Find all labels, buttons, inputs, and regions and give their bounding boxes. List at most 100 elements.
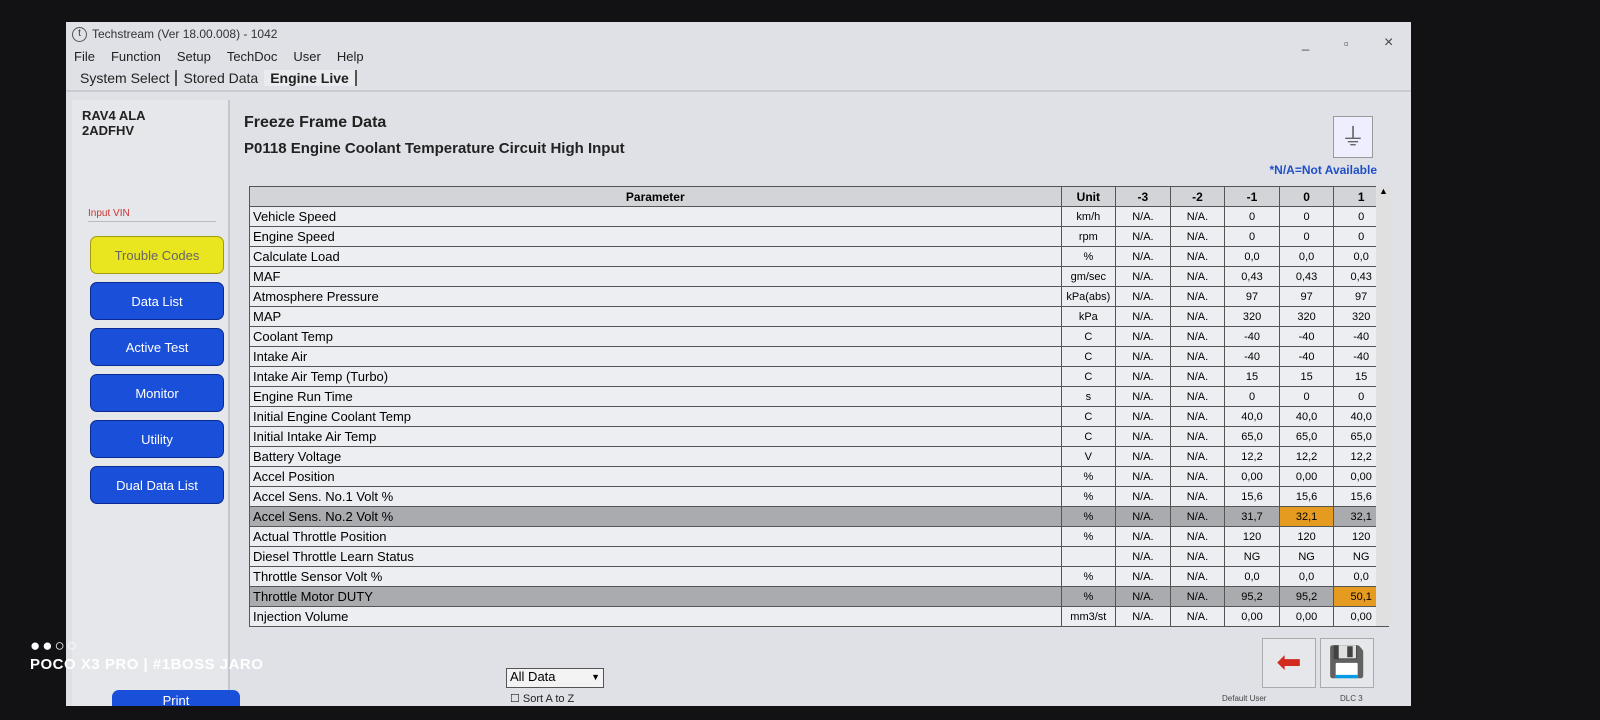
close-button[interactable]: × bbox=[1384, 34, 1393, 52]
cell-value: N/A. bbox=[1169, 206, 1226, 227]
cell-value: C bbox=[1060, 366, 1117, 387]
save-button[interactable]: 💾 bbox=[1320, 638, 1374, 688]
status-dlc: DLC 3 bbox=[1340, 694, 1363, 703]
parameter-name: Battery Voltage bbox=[249, 446, 1062, 467]
watermark-dots: ●●○○ bbox=[30, 636, 80, 655]
column-header[interactable]: -1 bbox=[1224, 186, 1280, 207]
back-arrow-button[interactable]: ⬅ bbox=[1262, 638, 1316, 688]
cell-value: 0 bbox=[1278, 226, 1335, 247]
column-header[interactable]: 0 bbox=[1278, 186, 1335, 207]
cell-value: 12,2 bbox=[1278, 446, 1335, 467]
table-row[interactable]: Intake Air Temp (Turbo) C N/A. N/A. 15 15 15 bbox=[249, 366, 1389, 387]
tab-system-select[interactable]: System Select bbox=[74, 70, 178, 86]
table-row[interactable]: Throttle Sensor Volt %% N/A. N/A. 0,0 0,0 0,0 bbox=[249, 566, 1389, 587]
table-row[interactable]: Intake Air C N/A. N/A. -40 -40 -40 bbox=[249, 346, 1389, 367]
menu-help[interactable]: Help bbox=[337, 49, 364, 64]
table-row[interactable]: Engine Run Time s N/A. N/A. 0 0 0 bbox=[249, 386, 1389, 407]
table-row[interactable]: Accel Position% N/A. N/A. 0,00 0,00 0,00 bbox=[249, 466, 1389, 487]
cell-value: 0,43 bbox=[1278, 266, 1335, 287]
cell-value: % bbox=[1060, 486, 1117, 507]
window-title: Techstream (Ver 18.00.008) - 1042 bbox=[92, 27, 278, 41]
header-row: Parameter Unit -3 -2 -1 0 1 bbox=[249, 186, 1389, 207]
cell-value: % bbox=[1060, 586, 1117, 607]
cell-value: N/A. bbox=[1115, 326, 1171, 347]
utility-button[interactable]: Utility bbox=[90, 420, 224, 458]
cell-value: 0,0 bbox=[1278, 566, 1335, 587]
trouble-codes-button[interactable]: Trouble Codes bbox=[90, 236, 224, 274]
monitor-button[interactable]: Monitor bbox=[90, 374, 224, 412]
menu-function[interactable]: Function bbox=[111, 49, 161, 64]
cell-value: kPa(abs) bbox=[1060, 286, 1117, 307]
cell-value: N/A. bbox=[1169, 326, 1226, 347]
dtc-title: P0118 Engine Coolant Temperature Circuit… bbox=[244, 140, 625, 157]
maximize-button[interactable]: ▫ bbox=[1344, 36, 1349, 51]
data-filter-value: All Data bbox=[510, 669, 556, 684]
column-header[interactable]: Parameter bbox=[249, 186, 1062, 207]
vertical-scrollbar[interactable]: ▲ bbox=[1376, 186, 1391, 626]
table-row[interactable]: Initial Intake Air Temp C N/A. N/A. 65,0 65,0… bbox=[249, 426, 1389, 447]
cell-value: C bbox=[1060, 346, 1117, 367]
table-row[interactable]: MAP kPa N/A. N/A. 320 320 320 bbox=[249, 306, 1389, 327]
watermark-text: POCO X3 PRO | #1BOSS JARO bbox=[30, 656, 264, 673]
cell-value: km/h bbox=[1060, 206, 1117, 227]
techstream-logo-icon: t bbox=[72, 26, 87, 42]
table-row[interactable]: Diesel Throttle Learn Status N/A. N/A. NG NG… bbox=[249, 546, 1389, 567]
cell-value: N/A. bbox=[1115, 446, 1171, 467]
parameter-name: Accel Sens. No.1 Volt % bbox=[249, 486, 1062, 507]
print-button[interactable]: Print bbox=[112, 690, 240, 706]
page-title: Freeze Frame Data bbox=[244, 114, 387, 131]
table-row[interactable]: Accel Sens. No.2 Volt %% N/A. N/A. 31,7 32,1… bbox=[249, 506, 1389, 527]
table-row[interactable]: Injection Volume mm3/st N/A. N/A. 0,00 0,00 0,… bbox=[249, 606, 1389, 627]
techstream-window: t Techstream (Ver 18.00.008) - 1042 _ ▫ … bbox=[66, 22, 1411, 706]
sort-checkbox[interactable]: ☐ Sort A to Z bbox=[510, 692, 574, 705]
column-header[interactable]: -3 bbox=[1115, 186, 1171, 207]
filter-icon[interactable]: ⏚ bbox=[1333, 116, 1373, 158]
table-row[interactable]: Battery Voltage V N/A. N/A. 12,2 12,2 12,2 bbox=[249, 446, 1389, 467]
cell-value: N/A. bbox=[1115, 206, 1171, 227]
cell-value: 65,0 bbox=[1278, 426, 1335, 447]
table-row[interactable]: Vehicle Speed km/h N/A. N/A. 0 0 0 bbox=[249, 206, 1389, 227]
cell-value: N/A. bbox=[1169, 286, 1226, 307]
menu-setup[interactable]: Setup bbox=[177, 49, 211, 64]
table-row[interactable]: Accel Sens. No.1 Volt %% N/A. N/A. 15,6 15,6… bbox=[249, 486, 1389, 507]
table-row[interactable]: Atmosphere Pressure kPa(abs) N/A. N/A. 97 97 9… bbox=[249, 286, 1389, 307]
active-test-button[interactable]: Active Test bbox=[90, 328, 224, 366]
input-vin-link[interactable]: Input VIN bbox=[88, 208, 216, 222]
cell-value: N/A. bbox=[1115, 286, 1171, 307]
table-row[interactable]: Actual Throttle Position% N/A. N/A. 120 120 1… bbox=[249, 526, 1389, 547]
cell-value: NG bbox=[1224, 546, 1280, 567]
column-header[interactable]: -2 bbox=[1169, 186, 1226, 207]
menu-user[interactable]: User bbox=[293, 49, 320, 64]
table-row[interactable]: Calculate Load% N/A. N/A. 0,0 0,0 0,0 bbox=[249, 246, 1389, 267]
dual-data-list-button[interactable]: Dual Data List bbox=[90, 466, 224, 504]
parameter-name: Accel Position bbox=[249, 466, 1062, 487]
cell-value: N/A. bbox=[1169, 506, 1226, 527]
parameter-name: Vehicle Speed bbox=[249, 206, 1062, 227]
tab-stored-data[interactable]: Stored Data bbox=[177, 70, 264, 86]
menu-techdoc[interactable]: TechDoc bbox=[227, 49, 278, 64]
cell-value: 0,00 bbox=[1278, 466, 1335, 487]
tab-engine-live[interactable]: Engine Live bbox=[264, 70, 357, 86]
data-filter-select[interactable]: All Data ▼ bbox=[506, 668, 604, 688]
parameter-name: MAF bbox=[249, 266, 1062, 287]
table-row[interactable]: MAF gm/sec N/A. N/A. 0,43 0,43 0,43 bbox=[249, 266, 1389, 287]
menu-file[interactable]: File bbox=[74, 49, 95, 64]
freeze-frame-table: Parameter Unit -3 -2 -1 0 1 Vehicle Speed km/h N… bbox=[249, 186, 1389, 627]
cell-value: kPa bbox=[1060, 306, 1117, 327]
cell-value: 15,6 bbox=[1278, 486, 1335, 507]
table-row[interactable]: Initial Engine Coolant Temp C N/A. N/A. 40,0… bbox=[249, 406, 1389, 427]
status-user: Default User bbox=[1222, 694, 1267, 703]
cell-value: 0 bbox=[1224, 206, 1280, 227]
cell-value: -40 bbox=[1224, 326, 1280, 347]
table-row[interactable]: Engine Speed rpm N/A. N/A. 0 0 0 bbox=[249, 226, 1389, 247]
minimize-button[interactable]: _ bbox=[1302, 36, 1309, 51]
cell-value: 320 bbox=[1278, 306, 1335, 327]
cell-value: N/A. bbox=[1115, 306, 1171, 327]
cell-value: % bbox=[1060, 526, 1117, 547]
data-list-button[interactable]: Data List bbox=[90, 282, 224, 320]
table-row[interactable]: Throttle Motor DUTY% N/A. N/A. 95,2 95,2 50,1 bbox=[249, 586, 1389, 607]
na-note: *N/A=Not Available bbox=[1269, 163, 1377, 177]
table-row[interactable]: Coolant Temp C N/A. N/A. -40 -40 -40 bbox=[249, 326, 1389, 347]
cell-value: N/A. bbox=[1169, 246, 1226, 267]
column-header[interactable]: Unit bbox=[1060, 186, 1117, 207]
